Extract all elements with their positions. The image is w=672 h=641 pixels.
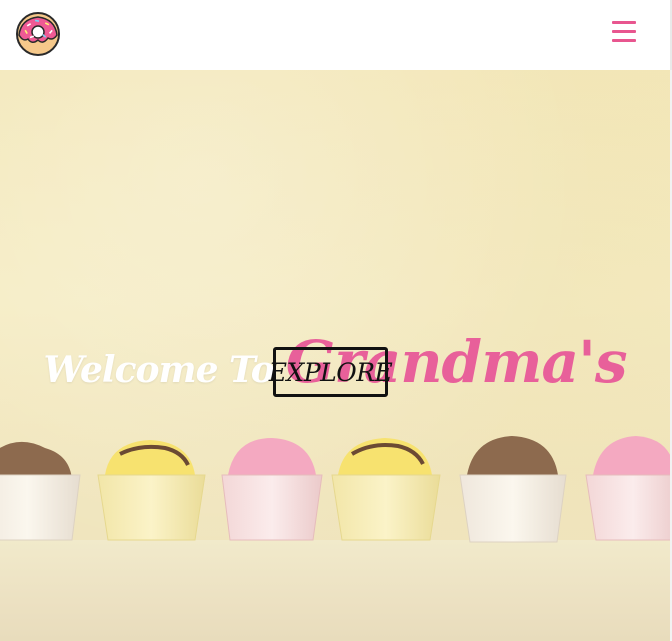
hamburger-menu-icon[interactable] — [610, 19, 638, 47]
menu-bar-top — [612, 21, 636, 24]
cupcake-yellow-1 — [97, 440, 206, 541]
hero-section: Welcome To Grandma's EXPLORE — [0, 70, 672, 641]
cupcake-chocolate-2 — [459, 436, 567, 543]
welcome-text: Welcome To — [43, 349, 275, 391]
menu-bar-bottom — [612, 39, 636, 42]
cupcake-chocolate-1 — [0, 441, 81, 541]
donut-logo-icon[interactable] — [15, 11, 61, 57]
menu-bar-middle — [612, 30, 636, 33]
cupcake-pink-2 — [585, 436, 670, 541]
top-navbar — [0, 0, 672, 70]
explore-button[interactable]: EXPLORE — [269, 347, 393, 397]
cupcake-pink-1 — [221, 438, 323, 541]
cupcake-yellow-2 — [331, 438, 441, 541]
